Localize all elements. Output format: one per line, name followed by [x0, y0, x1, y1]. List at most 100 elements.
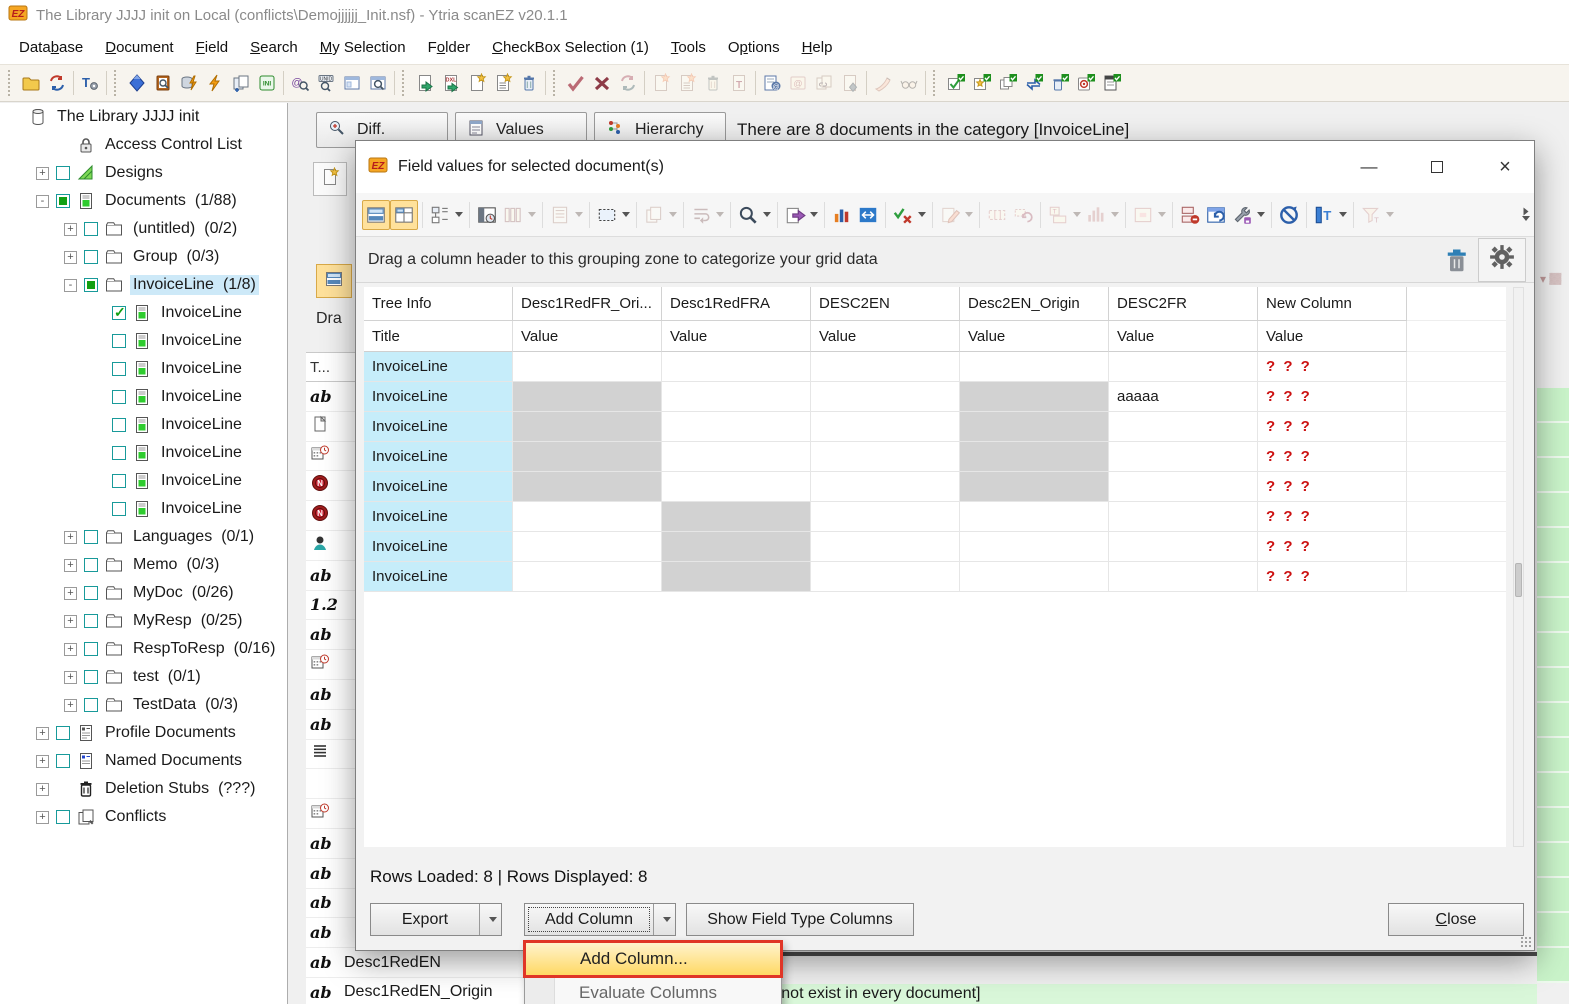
tree-checkbox[interactable] [84, 670, 98, 684]
tree-checkbox[interactable] [112, 362, 126, 376]
value-cell[interactable] [960, 502, 1109, 532]
tree-item-conflicts[interactable]: +Conflicts [0, 803, 287, 831]
tree-item-myresp[interactable]: +MyResp(0/25) [0, 607, 287, 635]
toolbar-grip[interactable] [402, 70, 408, 96]
refresh-icon[interactable] [615, 69, 641, 97]
value-cell[interactable] [811, 562, 960, 592]
search-at-icon[interactable]: @ [287, 69, 313, 97]
tree-item-languages[interactable]: +Languages(0/1) [0, 523, 287, 551]
value-cell[interactable] [513, 502, 662, 532]
expand-icon[interactable]: + [64, 223, 77, 236]
bg-layout-button[interactable] [316, 264, 352, 298]
toolbar-grip[interactable] [933, 70, 939, 96]
value-cell[interactable] [960, 442, 1109, 472]
tree-checkbox[interactable] [84, 614, 98, 628]
menu-search[interactable]: Search [239, 33, 309, 62]
expand-icon[interactable]: + [64, 531, 77, 544]
tree-item-invoiceline[interactable]: InvoiceLine [0, 299, 287, 327]
menu-item-evaluate-columns[interactable]: Evaluate Columns [525, 976, 781, 1004]
tree-info-cell[interactable]: InvoiceLine [364, 532, 513, 562]
value-cell[interactable] [662, 412, 811, 442]
value-cell[interactable] [1109, 502, 1258, 532]
value-cell[interactable] [1109, 472, 1258, 502]
expand-icon[interactable]: + [64, 643, 77, 656]
value-cell[interactable] [811, 472, 960, 502]
dropdown-arrow-icon[interactable] [918, 212, 926, 217]
agent-script-icon[interactable] [202, 69, 228, 97]
align-cells-icon[interactable] [1130, 200, 1168, 230]
menu-checkbox-selection-1-[interactable]: CheckBox Selection (1) [481, 33, 660, 62]
expand-icon[interactable]: + [64, 615, 77, 628]
delete-page-icon[interactable] [700, 69, 726, 97]
tree-item-deletion-stubs[interactable]: +Deletion Stubs(???) [0, 775, 287, 803]
column-header-new-column[interactable]: New Column [1258, 287, 1407, 321]
value-cell[interactable] [662, 382, 811, 412]
value-cell[interactable]: ? ? ? [1258, 352, 1407, 382]
expand-icon[interactable]: + [64, 671, 77, 684]
form-window-icon[interactable] [339, 69, 365, 97]
dropdown-arrow-icon[interactable] [1158, 212, 1166, 217]
column-header-desc1redfr-ori-[interactable]: Desc1RedFR_Ori... [513, 287, 662, 321]
value-cell[interactable]: ? ? ? [1258, 472, 1407, 502]
value-cell[interactable] [513, 562, 662, 592]
field-row-desc1reden_origin[interactable]: abDesc1RedEN_Origin [306, 978, 556, 1004]
value-cell[interactable] [513, 442, 662, 472]
expand-icon[interactable]: + [36, 727, 49, 740]
grid-row[interactable]: InvoiceLineaaaaa? ? ? [364, 382, 1506, 412]
subheader-cell[interactable]: Value [1258, 321, 1407, 352]
menu-tools[interactable]: Tools [660, 33, 717, 62]
bg-new-doc-button[interactable] [313, 162, 347, 196]
tree-item-mydoc[interactable]: +MyDoc(0/26) [0, 579, 287, 607]
menu-document[interactable]: Document [94, 33, 184, 62]
new-page-icon[interactable] [648, 69, 674, 97]
export-icon[interactable] [782, 200, 820, 230]
dropdown-arrow-icon[interactable] [455, 212, 463, 217]
resize-grip[interactable] [1520, 936, 1532, 948]
delete-document-icon[interactable] [516, 69, 542, 97]
toolbar-down-icon[interactable] [1522, 216, 1530, 221]
dropdown-arrow-icon[interactable] [575, 212, 583, 217]
grid-row[interactable]: InvoiceLine? ? ? [364, 472, 1506, 502]
tree-checkbox[interactable] [112, 390, 126, 404]
tree-item-invoiceline[interactable]: -InvoiceLine(1/8) [0, 271, 287, 299]
tree-checkbox[interactable] [112, 334, 126, 348]
document-diamond-icon[interactable] [837, 69, 863, 97]
diamond-icon[interactable] [124, 69, 150, 97]
menu-my-selection[interactable]: My Selection [309, 33, 417, 62]
value-cell[interactable] [960, 352, 1109, 382]
value-cell[interactable] [513, 472, 662, 502]
tree-checkbox[interactable] [84, 642, 98, 656]
tree-checkbox[interactable] [112, 502, 126, 516]
tree-checkbox[interactable] [84, 586, 98, 600]
value-cell[interactable] [811, 532, 960, 562]
dropdown-arrow-icon[interactable] [1386, 212, 1394, 217]
checkbox-target-icon[interactable] [1073, 69, 1099, 97]
replicate-icon[interactable] [44, 69, 70, 97]
column-header-desc2fr[interactable]: DESC2FR [1109, 287, 1258, 321]
tree-info-cell[interactable]: InvoiceLine [364, 502, 513, 532]
tree-item-memo[interactable]: +Memo(0/3) [0, 551, 287, 579]
tree-item-access-control-list[interactable]: Access Control List [0, 131, 287, 159]
grid-row[interactable]: InvoiceLine? ? ? [364, 532, 1506, 562]
clipboard-search-icon[interactable] [150, 69, 176, 97]
expand-icon[interactable]: + [36, 167, 49, 180]
add-column-dropdown-arrow[interactable] [653, 904, 675, 935]
value-cell[interactable] [513, 532, 662, 562]
value-cell[interactable] [662, 352, 811, 382]
subheader-cell[interactable]: Value [662, 321, 811, 352]
grid-row[interactable]: InvoiceLine? ? ? [364, 442, 1506, 472]
menu-options[interactable]: Options [717, 33, 791, 62]
subheader-cell[interactable]: Value [811, 321, 960, 352]
checkbox-delete-icon[interactable] [1047, 69, 1073, 97]
document-fields-icon[interactable]: @ [759, 69, 785, 97]
export-button[interactable]: Export [370, 903, 502, 936]
checkbox-swap-icon[interactable] [1021, 69, 1047, 97]
grid-scrollbar-thumb[interactable] [1515, 563, 1522, 597]
tree-item--untitled-[interactable]: +(untitled)(0/2) [0, 215, 287, 243]
layout-horizontal-icon[interactable] [362, 200, 390, 230]
subheader-cell[interactable]: Value [513, 321, 662, 352]
tree-item-invoiceline[interactable]: InvoiceLine [0, 383, 287, 411]
database-properties-icon[interactable]: T [77, 69, 103, 97]
column-header-desc2en[interactable]: DESC2EN [811, 287, 960, 321]
minimize-button[interactable]: — [1340, 147, 1398, 187]
